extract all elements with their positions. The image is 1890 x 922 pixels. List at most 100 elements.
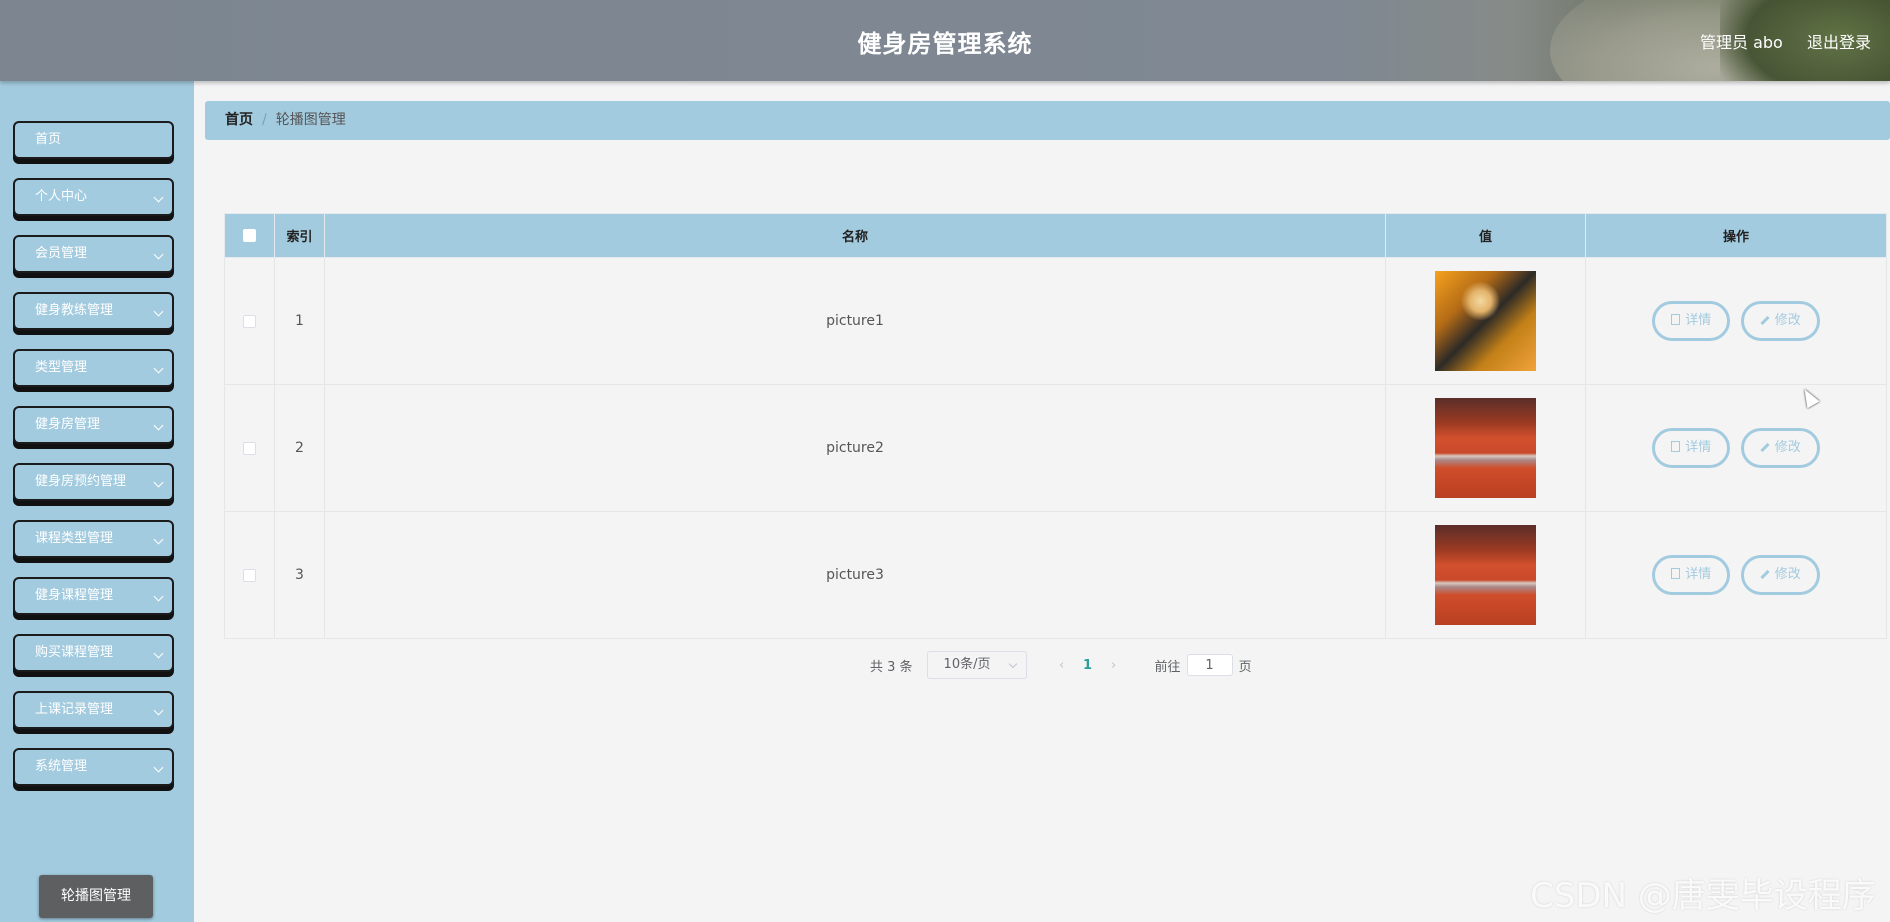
- select-all-checkbox[interactable]: [243, 229, 256, 242]
- edit-button[interactable]: 修改: [1740, 428, 1820, 468]
- document-icon: [1671, 568, 1681, 579]
- sidebar-item-members[interactable]: 会员管理: [13, 235, 174, 273]
- sidebar-item-course-types[interactable]: 课程类型管理: [13, 520, 174, 558]
- row-select-cell: [224, 384, 275, 512]
- sidebar-item-label: 课程类型管理: [35, 531, 114, 546]
- select-all-cell: [224, 213, 275, 258]
- sidebar-item-coaches[interactable]: 健身教练管理: [13, 292, 174, 330]
- breadcrumb: 首页 / 轮播图管理: [205, 101, 1890, 140]
- row-actions: 详情 修改: [1585, 257, 1887, 385]
- detail-button[interactable]: 详情: [1652, 555, 1731, 595]
- document-icon: [1671, 441, 1681, 452]
- sidebar-item-fitness-courses[interactable]: 健身课程管理: [13, 577, 174, 615]
- detail-button-label: 详情: [1685, 440, 1712, 455]
- row-value-cell: [1385, 511, 1586, 639]
- carousel-table: 索引 名称 值 操作 1 picture1 详情 修改 2 picture2 详…: [224, 213, 1887, 639]
- carousel-thumbnail: [1435, 525, 1536, 625]
- sidebar-subitem-carousel[interactable]: 轮播图管理: [39, 875, 153, 918]
- chevron-down-icon: [153, 648, 164, 659]
- column-header-index: 索引: [274, 213, 325, 258]
- row-index: 1: [274, 257, 325, 385]
- row-actions: 详情 修改: [1585, 384, 1887, 512]
- sidebar-item-label: 健身课程管理: [35, 588, 114, 603]
- sidebar: 首页 个人中心 会员管理 健身教练管理 类型管理 健身房管理 健身房预约管理 课…: [0, 81, 194, 922]
- row-name: picture3: [324, 511, 1386, 639]
- breadcrumb-current: 轮播图管理: [275, 112, 346, 128]
- page-size-select[interactable]: 10条/页: [926, 651, 1027, 679]
- row-actions: 详情 修改: [1585, 511, 1887, 639]
- chevron-down-icon: [153, 534, 164, 545]
- goto-label: 前往: [1154, 659, 1181, 675]
- chevron-down-icon: [153, 192, 164, 203]
- chevron-down-icon: [153, 306, 164, 317]
- row-index: 3: [274, 511, 325, 639]
- sidebar-item-label: 首页: [35, 132, 62, 147]
- chevron-down-icon: [153, 591, 164, 602]
- chevron-down-icon: [153, 249, 164, 260]
- row-value-cell: [1385, 384, 1586, 512]
- page-number-current[interactable]: 1: [1073, 658, 1103, 673]
- goto-page-input[interactable]: [1186, 654, 1233, 676]
- watermark: CSDN @唐雯毕设程序: [1530, 876, 1876, 916]
- chevron-down-icon: [153, 477, 164, 488]
- row-name: picture1: [324, 257, 1386, 385]
- prev-page-button[interactable]: ‹: [1051, 658, 1073, 673]
- sidebar-item-gym-reservations[interactable]: 健身房预约管理: [13, 463, 174, 501]
- sidebar-item-system[interactable]: 系统管理: [13, 748, 174, 786]
- sidebar-item-types[interactable]: 类型管理: [13, 349, 174, 387]
- page-size-value: 10条/页: [943, 657, 991, 672]
- sidebar-item-label: 健身教练管理: [35, 303, 114, 318]
- chevron-down-icon: [153, 705, 164, 716]
- detail-button[interactable]: 详情: [1652, 301, 1731, 341]
- next-page-button[interactable]: ›: [1103, 658, 1125, 673]
- sidebar-item-personal-center[interactable]: 个人中心: [13, 178, 174, 216]
- row-index: 2: [274, 384, 325, 512]
- detail-button-label: 详情: [1685, 313, 1712, 328]
- document-icon: [1671, 314, 1681, 325]
- table-header-row: 索引 名称 值 操作: [224, 213, 1887, 258]
- current-user: 管理员 abo: [1700, 33, 1783, 52]
- row-value-cell: [1385, 257, 1586, 385]
- sidebar-item-label: 健身房管理: [35, 417, 101, 432]
- column-header-value: 值: [1385, 213, 1586, 258]
- top-header: 健身房管理系统 管理员 abo 退出登录: [0, 0, 1890, 81]
- row-checkbox[interactable]: [243, 314, 256, 328]
- sidebar-item-label: 系统管理: [35, 759, 88, 774]
- chevron-down-icon: [153, 363, 164, 374]
- detail-button-label: 详情: [1685, 567, 1712, 582]
- row-name: picture2: [324, 384, 1386, 512]
- goto-suffix: 页: [1238, 659, 1252, 675]
- sidebar-item-label: 个人中心: [35, 189, 88, 204]
- pagination-total: 共 3 条: [870, 659, 913, 675]
- edit-button-label: 修改: [1774, 313, 1801, 328]
- breadcrumb-home[interactable]: 首页: [225, 112, 253, 128]
- sidebar-item-course-purchases[interactable]: 购买课程管理: [13, 634, 174, 672]
- detail-button[interactable]: 详情: [1652, 428, 1731, 468]
- edit-button[interactable]: 修改: [1740, 301, 1820, 341]
- carousel-thumbnail: [1435, 271, 1536, 371]
- row-checkbox[interactable]: [243, 441, 256, 455]
- chevron-down-icon: [153, 420, 164, 431]
- table-row: 3 picture3 详情 修改: [224, 511, 1887, 639]
- table-row: 1 picture1 详情 修改: [224, 257, 1887, 385]
- pencil-icon: [1760, 315, 1770, 326]
- carousel-thumbnail: [1435, 398, 1536, 498]
- edit-button-label: 修改: [1774, 567, 1801, 582]
- sidebar-item-label: 类型管理: [35, 360, 88, 375]
- sidebar-item-label: 上课记录管理: [35, 702, 114, 717]
- sidebar-item-label: 会员管理: [35, 246, 88, 261]
- column-header-name: 名称: [324, 213, 1386, 258]
- row-checkbox[interactable]: [243, 568, 256, 582]
- sidebar-item-gyms[interactable]: 健身房管理: [13, 406, 174, 444]
- edit-button[interactable]: 修改: [1740, 555, 1820, 595]
- sidebar-item-label: 健身房预约管理: [35, 474, 127, 489]
- row-select-cell: [224, 257, 275, 385]
- column-header-actions: 操作: [1585, 213, 1887, 258]
- chevron-down-icon: [153, 762, 164, 773]
- breadcrumb-separator: /: [262, 112, 267, 128]
- sidebar-item-home[interactable]: 首页: [13, 121, 174, 159]
- pagination: 共 3 条 10条/页 ‹ 1 › 前往 页: [870, 651, 1252, 679]
- logout-link[interactable]: 退出登录: [1807, 29, 1871, 53]
- app-title: 健身房管理系统: [857, 30, 1033, 58]
- sidebar-item-class-records[interactable]: 上课记录管理: [13, 691, 174, 729]
